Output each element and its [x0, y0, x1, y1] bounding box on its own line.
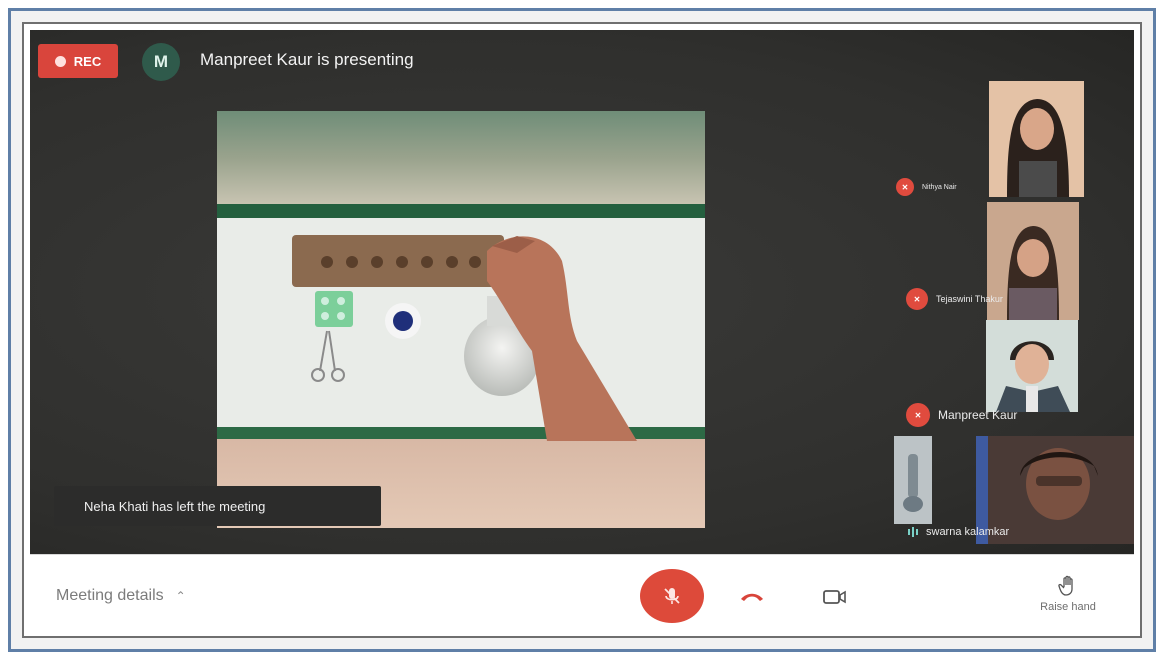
self-preview-tile[interactable] [894, 436, 932, 524]
participant-name-2: Tejaswini Thakur [906, 288, 1003, 310]
toast-message: Neha Khati has left the meeting [84, 498, 266, 514]
raise-hand-label: Raise hand [1040, 601, 1096, 613]
mic-off-icon [664, 588, 680, 604]
raise-hand-button[interactable]: Raise hand [1026, 575, 1110, 627]
chevron-up-icon: ⌃ [175, 589, 186, 603]
speaking-indicator-icon [908, 527, 918, 537]
participant-name-label: Manpreet Kaur [938, 408, 1018, 422]
participant-tile-3[interactable] [986, 320, 1078, 412]
participant-name-label: Nithya Nair [922, 183, 957, 191]
mic-off-icon [906, 288, 928, 310]
mic-off-icon [906, 403, 930, 427]
meeting-details-label: Meeting details [56, 587, 164, 604]
shared-screen-video [217, 111, 705, 528]
presenter-avatar: M [142, 43, 180, 81]
notification-toast: Neha Khati has left the meeting [54, 486, 381, 526]
mic-off-icon [896, 178, 914, 196]
control-bar: Meeting details ⌃ Raise hand [30, 554, 1134, 630]
self-preview-video [894, 436, 932, 524]
camera-icon [823, 590, 846, 604]
participant-name-label: Tejaswini Thakur [936, 294, 1003, 304]
participant-name-3: Manpreet Kaur [906, 403, 1017, 427]
participant-name-4: swarna kalamkar [908, 526, 1009, 538]
presented-video-frame [217, 111, 705, 528]
participant-video [986, 320, 1078, 412]
record-dot-icon [54, 55, 66, 67]
recording-badge: REC [38, 44, 118, 78]
rec-label: REC [73, 53, 102, 69]
participant-name-1: Nithya Nair [896, 178, 957, 196]
meeting-stage: REC M Manpreet Kaur is presenting Neha K… [30, 30, 1134, 554]
meet-window: REC M Manpreet Kaur is presenting Neha K… [30, 30, 1134, 630]
participant-tile-1[interactable] [989, 81, 1084, 197]
presenting-status: Manpreet Kaur is presenting [200, 50, 414, 69]
leave-call-button[interactable] [738, 583, 766, 611]
raise-hand-icon [1058, 575, 1073, 596]
participant-name-label: swarna kalamkar [926, 526, 1010, 538]
mic-toggle-button[interactable] [640, 569, 704, 623]
camera-toggle-button[interactable] [820, 583, 850, 611]
meeting-details-button[interactable]: Meeting details ⌃ [56, 587, 186, 605]
phone-hangup-icon [741, 593, 763, 601]
participant-video [989, 81, 1084, 197]
